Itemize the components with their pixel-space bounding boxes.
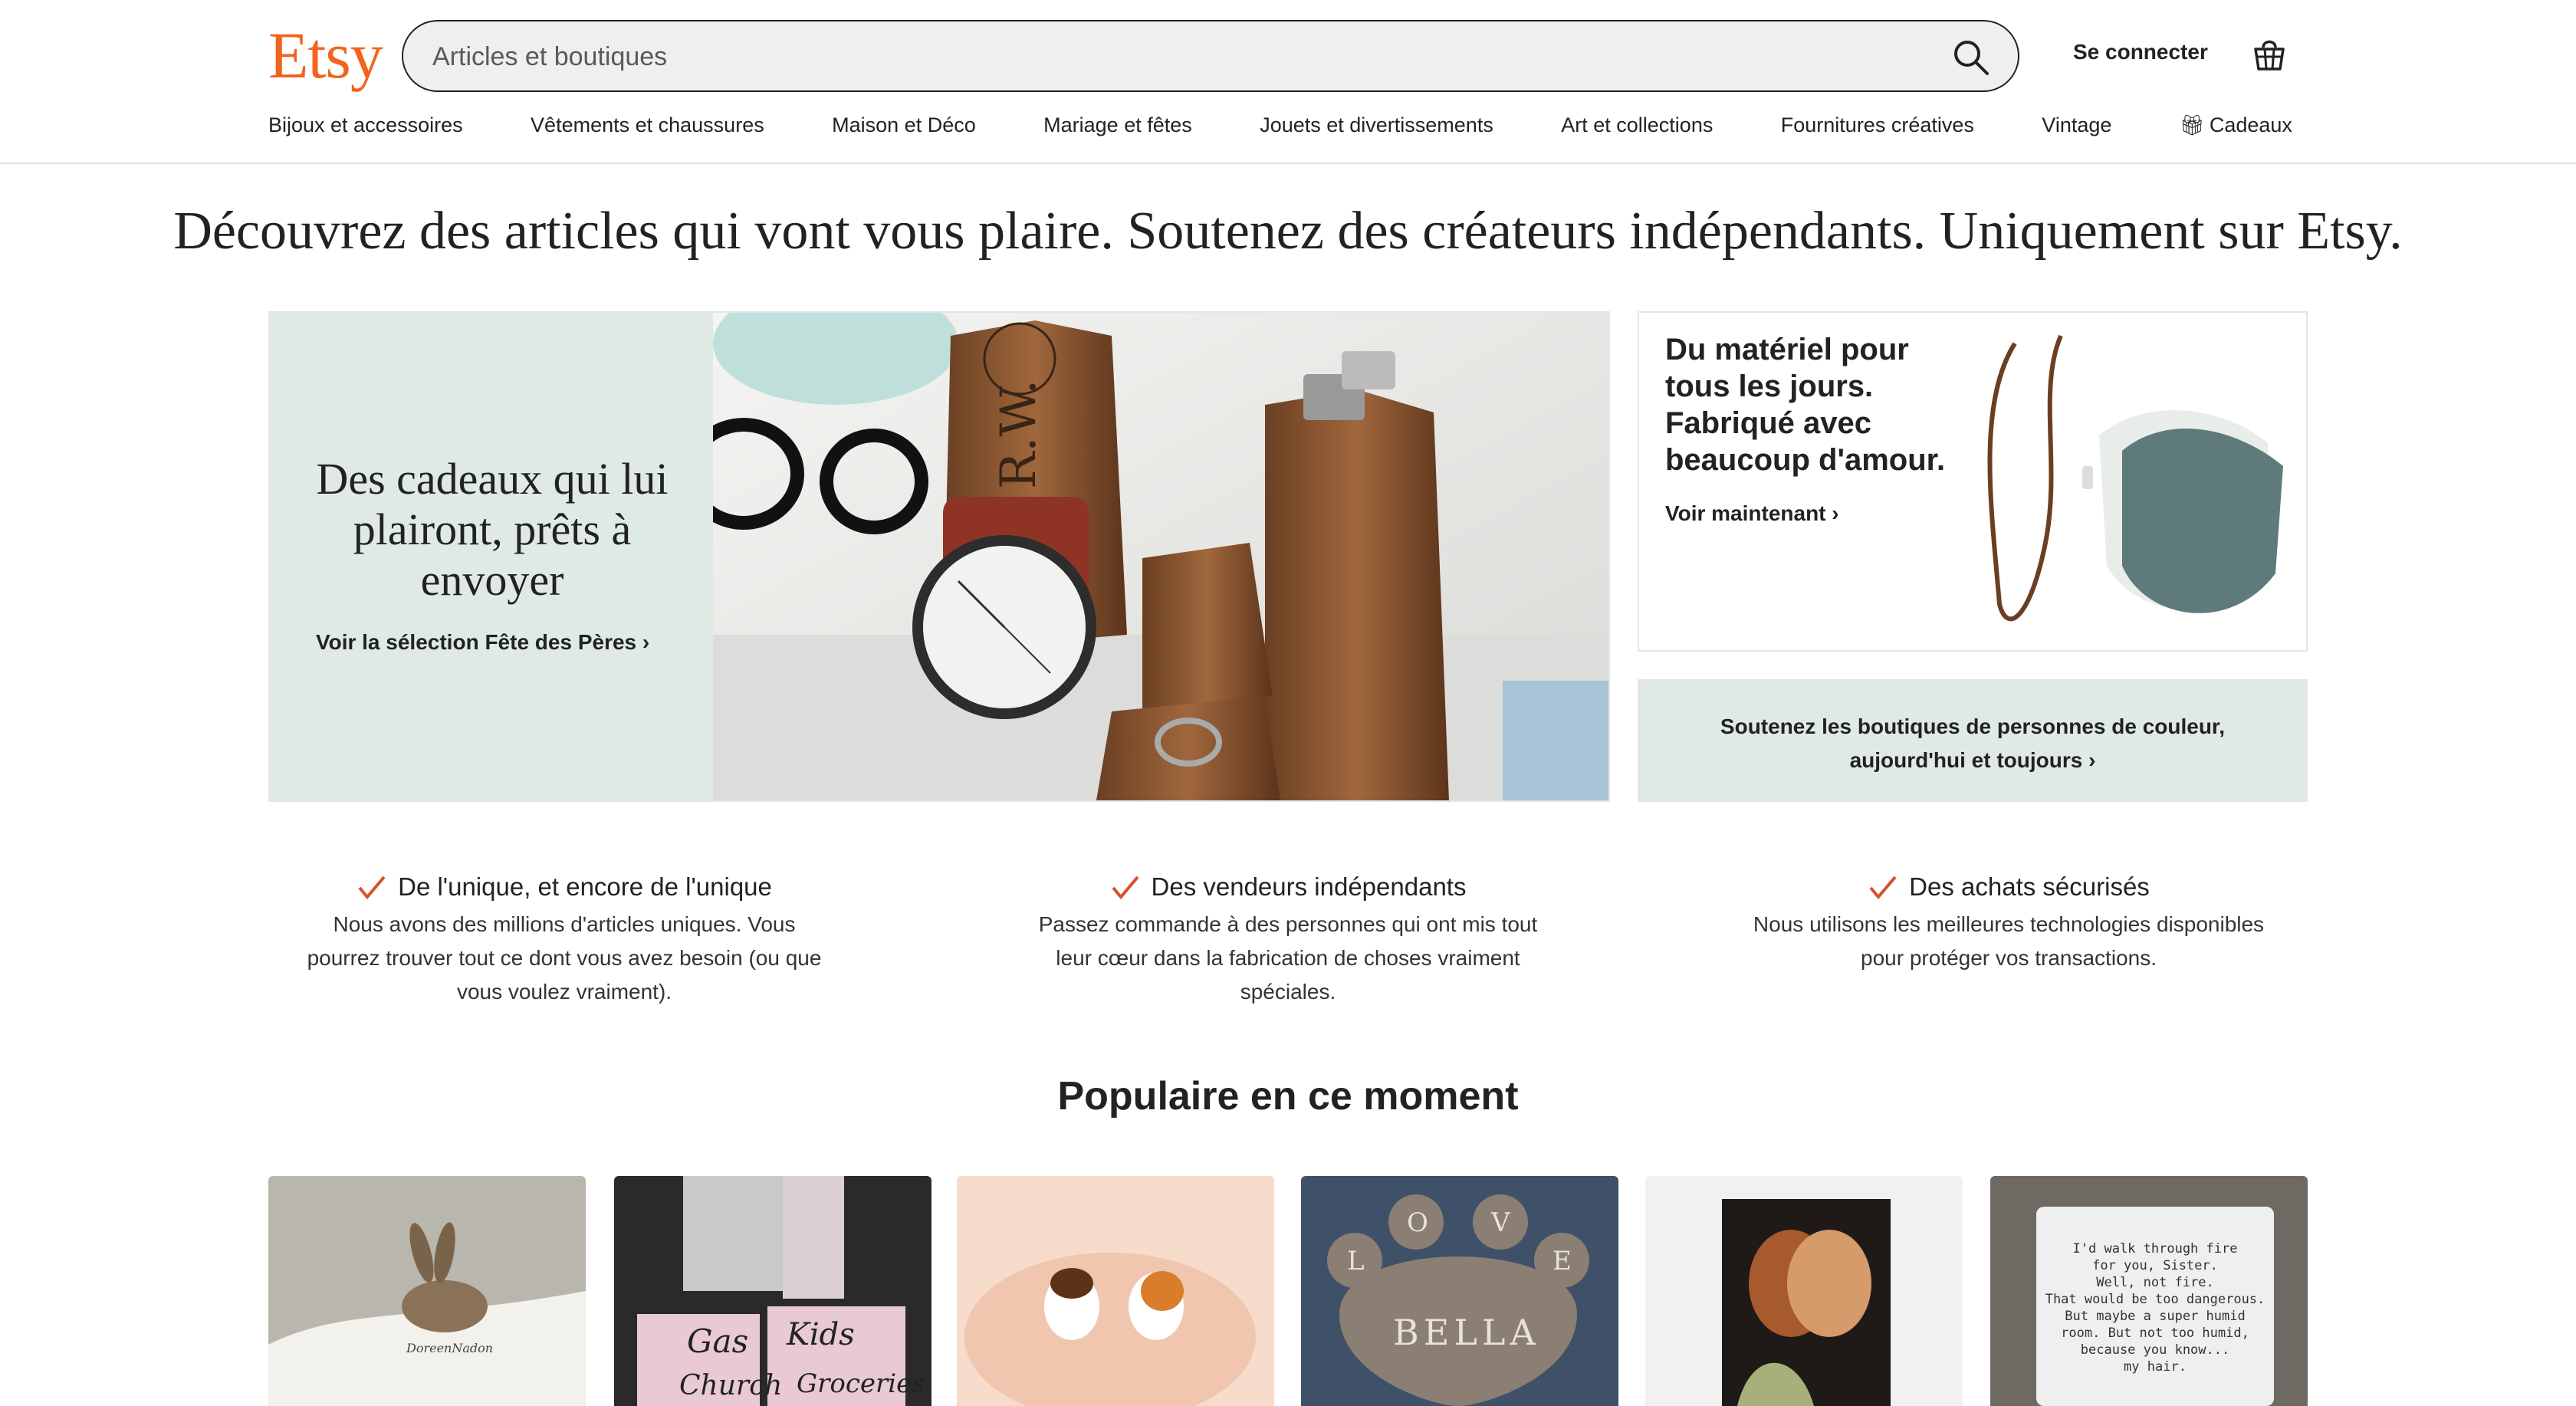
nav-item-jouets[interactable]: Jouets et divertissements	[1260, 113, 1493, 149]
nav-item-vintage[interactable]: Vintage	[2042, 113, 2111, 149]
gift-icon: 🎁︎	[2179, 113, 2205, 136]
engraved-initials: R.W.	[991, 379, 1047, 489]
promo-title: Des cadeaux qui lui plairont, prêts à en…	[316, 454, 669, 605]
product-tile[interactable]	[1645, 1176, 1963, 1406]
art-print-photo	[1645, 1176, 1963, 1406]
site-header: Etsy Se connecter Bijoux et accessoires …	[0, 0, 2576, 164]
photo-watermark: DoreenNadon	[406, 1341, 493, 1355]
checkmark-icon	[1111, 875, 1139, 900]
binder-word: Gas	[687, 1322, 748, 1360]
support-band-line1: Soutenez les boutiques de personnes de c…	[1720, 714, 2226, 738]
nav-item-maison[interactable]: Maison et Déco	[832, 113, 976, 149]
nav-item-cadeaux[interactable]: 🎁︎ Cadeaux	[2180, 113, 2292, 149]
face-mask-photo	[1946, 313, 2306, 650]
value-prop-desc: Nous utilisons les meilleures technologi…	[1753, 912, 2265, 970]
value-prop-sellers: Des vendeurs indépendants Passez command…	[1020, 872, 1556, 1009]
candle-line: because you know...	[2081, 1342, 2229, 1358]
candle-line: That would be too dangerous.	[2045, 1292, 2266, 1307]
stone-letter: V	[1490, 1207, 1511, 1238]
checkmark-icon	[1869, 875, 1897, 900]
bunny-book-photo: DoreenNadon	[268, 1176, 586, 1406]
search-input[interactable]	[431, 34, 1891, 80]
value-prop-title: Des vendeurs indépendants	[1020, 872, 1556, 902]
stone-letter: E	[1552, 1246, 1572, 1276]
category-nav: Bijoux et accessoires Vêtements et chaus…	[268, 113, 2292, 149]
candle-jar-photo: I'd walk through fire for you, Sister. W…	[1990, 1176, 2308, 1406]
side-promo-title: Du matériel pour tous les jours. Fabriqu…	[1665, 333, 1946, 477]
guinea-pig-minis-photo	[957, 1176, 1274, 1406]
product-tile[interactable]: DoreenNadon	[268, 1176, 586, 1406]
value-prop-desc: Passez commande à des personnes qui ont …	[1038, 912, 1538, 1004]
candle-line: I'd walk through fire	[2073, 1241, 2238, 1257]
stone-letter: L	[1347, 1246, 1365, 1276]
search-button[interactable]	[1950, 37, 1992, 78]
paw-stone-photo: L O V E BELLA	[1301, 1176, 1618, 1406]
candle-line: But maybe a super humid	[2065, 1309, 2245, 1324]
value-prop-secure: Des achats sécurisés Nous utilisons les …	[1740, 872, 2277, 975]
hero-headline: Découvrez des articles qui vont vous pla…	[173, 202, 2403, 261]
support-band-line2: aujourd'hui et toujours ›	[1639, 744, 2306, 777]
product-tile[interactable]: L O V E BELLA	[1301, 1176, 1618, 1406]
value-prop-title: Des achats sécurisés	[1740, 872, 2277, 902]
support-band[interactable]: Soutenez les boutiques de personnes de c…	[1638, 679, 2308, 802]
candle-line: for you, Sister.	[2092, 1258, 2218, 1273]
chevron-right-icon: ›	[1832, 501, 1839, 525]
binder-word: Kids	[786, 1317, 855, 1352]
candle-line: room. But not too humid,	[2061, 1326, 2249, 1341]
value-prop-title-text: De l'unique, et encore de l'unique	[398, 872, 772, 901]
search-bar[interactable]	[402, 20, 2019, 92]
stone-letter: O	[1407, 1207, 1428, 1238]
stone-name: BELLA	[1393, 1312, 1540, 1353]
checkmark-icon	[358, 875, 386, 900]
watch-stand-photo: R.W.	[683, 313, 1608, 800]
nav-item-bijoux[interactable]: Bijoux et accessoires	[268, 113, 463, 149]
basket-icon	[2254, 40, 2285, 71]
budget-binder-photo: Gas Kids Church Groceries	[614, 1176, 932, 1406]
nav-item-vetements[interactable]: Vêtements et chaussures	[531, 113, 764, 149]
nav-item-cadeaux-label: Cadeaux	[2209, 113, 2292, 136]
side-promo-card[interactable]: Du matériel pour tous les jours. Fabriqu…	[1638, 311, 2308, 652]
nav-item-mariage[interactable]: Mariage et fêtes	[1043, 113, 1192, 149]
support-band-line2-label: aujourd'hui et toujours	[1849, 748, 2083, 772]
main-promo-card[interactable]: Des cadeaux qui lui plairont, prêts à en…	[268, 311, 1610, 802]
binder-word: Groceries	[797, 1368, 925, 1399]
candle-line: my hair.	[2124, 1359, 2187, 1375]
product-tile[interactable]: Gas Kids Church Groceries	[614, 1176, 932, 1406]
value-prop-title-text: Des vendeurs indépendants	[1151, 872, 1467, 901]
value-prop-desc: Nous avons des millions d'articles uniqu…	[307, 912, 822, 1004]
candle-line: Well, not fire.	[2096, 1275, 2214, 1290]
cart-button[interactable]	[2248, 32, 2291, 75]
chevron-right-icon: ›	[2088, 748, 2096, 772]
nav-item-fournitures[interactable]: Fournitures créatives	[1781, 113, 1974, 149]
promo-link-label: Voir la sélection Fête des Pères	[316, 630, 637, 654]
chevron-right-icon: ›	[642, 630, 650, 654]
signin-link[interactable]: Se connecter	[2073, 40, 2208, 64]
side-promo-link[interactable]: Voir maintenant ›	[1665, 501, 1839, 526]
promo-link[interactable]: Voir la sélection Fête des Pères ›	[316, 630, 676, 655]
promo-text-panel: Des cadeaux qui lui plairont, prêts à en…	[270, 313, 713, 800]
support-band-text: Soutenez les boutiques de personnes de c…	[1639, 710, 2306, 777]
product-tile[interactable]	[957, 1176, 1274, 1406]
nav-item-art[interactable]: Art et collections	[1561, 113, 1713, 149]
side-promo-link-label: Voir maintenant	[1665, 501, 1826, 525]
product-tile[interactable]: I'd walk through fire for you, Sister. W…	[1990, 1176, 2308, 1406]
search-icon	[1954, 41, 1989, 75]
value-prop-title-text: Des achats sécurisés	[1909, 872, 2150, 901]
binder-word: Church	[679, 1370, 782, 1401]
value-prop-unique: De l'unique, et encore de l'unique Nous …	[296, 872, 833, 1009]
value-prop-title: De l'unique, et encore de l'unique	[296, 872, 833, 902]
etsy-logo[interactable]: Etsy	[268, 17, 383, 94]
popular-heading: Populaire en ce moment	[1057, 1074, 1519, 1119]
